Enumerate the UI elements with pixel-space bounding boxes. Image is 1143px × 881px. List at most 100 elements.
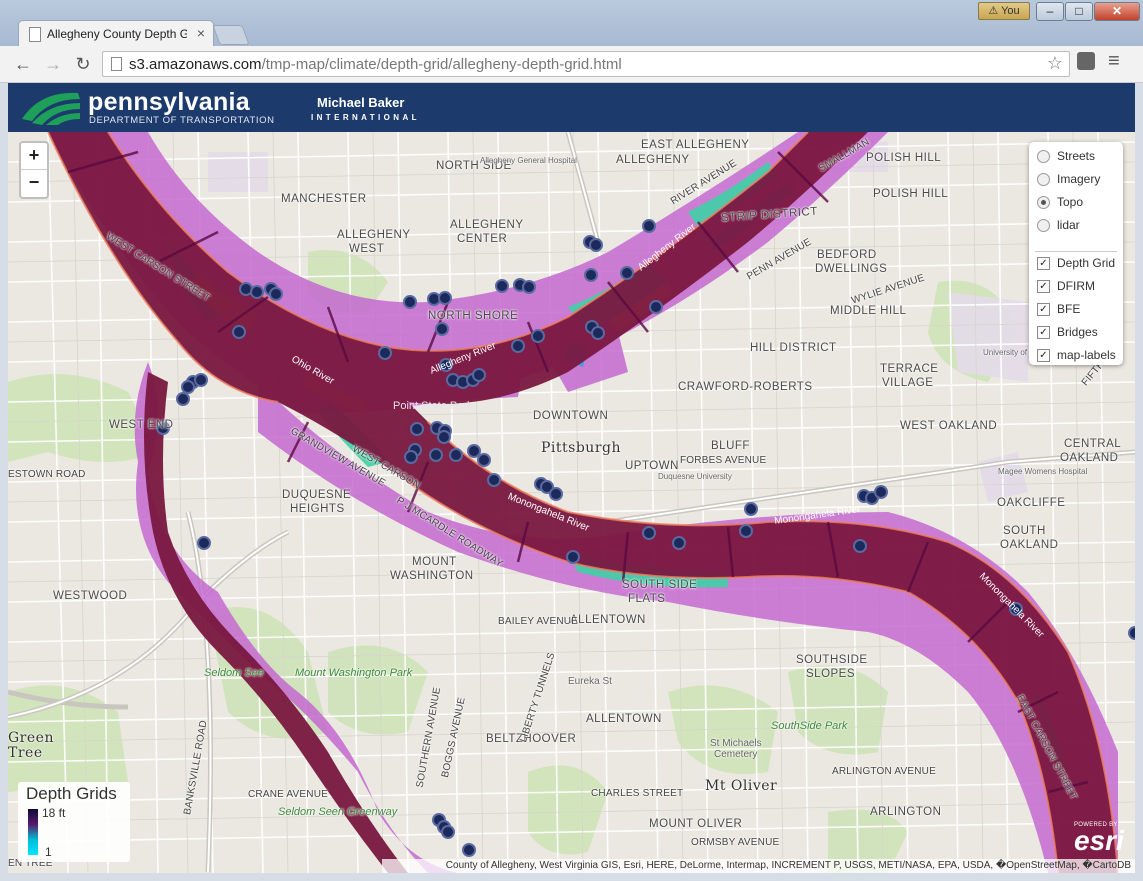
map-label-bluff: BLUFF (711, 440, 750, 452)
overlay-option-dfirm[interactable]: ✓ DFIRM (1037, 279, 1095, 297)
overlay-option-depth-grid[interactable]: ✓ Depth Grid (1037, 256, 1115, 274)
map-label-west-end: WEST END (109, 419, 174, 431)
map-label-magee: Magee Womens Hospital (998, 467, 1088, 476)
close-window-button[interactable]: ✕ (1094, 2, 1140, 21)
map-label-point-state-park: Point State Park (393, 400, 473, 412)
overlay-option-bridges[interactable]: ✓ Bridges (1037, 325, 1098, 343)
browser-tab[interactable]: Allegheny County Depth G × (18, 20, 214, 47)
map-label-bedford-2: DWELLINGS (815, 263, 888, 275)
map-label-duquesne: DUQUESNE (282, 489, 352, 501)
url-text: s3.amazonaws.com/tmp-map/climate/depth-g… (129, 56, 622, 73)
map-label-south-oakland: SOUTH (1003, 525, 1046, 537)
map-label-allentown: ALLENTOWN (570, 614, 646, 626)
map-label-downtown: DOWNTOWN (533, 410, 609, 422)
map-label-bedford: BEDFORD (817, 249, 877, 261)
tab-close-icon[interactable]: × (197, 25, 205, 41)
new-tab-button[interactable] (212, 25, 250, 45)
header-banner: pennsylvania DEPARTMENT OF TRANSPORTATIO… (8, 83, 1135, 132)
map-label-southside-park: SouthSide Park (771, 720, 848, 732)
title-bar: Allegheny County Depth G × ⚠ You – □ ✕ (0, 0, 1143, 47)
extension-icon[interactable] (1077, 52, 1095, 70)
map-label-north-shore: NORTH SHORE (428, 310, 519, 322)
back-arrow-icon[interactable]: ← (12, 53, 34, 75)
page-icon (29, 27, 41, 42)
map-label-arlington-ave: ARLINGTON AVENUE (832, 766, 936, 777)
menu-icon[interactable]: ≡ (1108, 50, 1120, 73)
map-label-south-side: SOUTH SIDE (622, 579, 698, 591)
basemap-option-streets[interactable]: Streets (1037, 149, 1095, 167)
profile-button[interactable]: ⚠ You (978, 2, 1030, 20)
layer-divider (1035, 251, 1117, 252)
esri-logo: POWERED BY esri (1074, 822, 1124, 856)
checkbox-checked-icon[interactable]: ✓ (1037, 349, 1050, 363)
map-label-east-allegheny-2: ALLEGHENY (616, 154, 690, 166)
basemap-option-topo[interactable]: Topo (1037, 195, 1083, 213)
basemap-option-lidar[interactable]: lidar (1037, 218, 1080, 236)
legend-color-ramp (28, 809, 38, 855)
map-label-hill-district: HILL DISTRICT (750, 342, 837, 354)
minimize-button[interactable]: – (1036, 2, 1064, 21)
map-label-mount-washington-park: Mount Washington Park (295, 667, 413, 679)
map-label-estown: ESTOWN ROAD (8, 469, 86, 480)
map-label-polish-hill: POLISH HILL (866, 152, 942, 164)
tab-title: Allegheny County Depth G (47, 27, 187, 41)
map-label-terrace: TERRACE (880, 363, 939, 375)
map-label-allegheny-west-2: WEST (349, 243, 385, 255)
page-info-icon[interactable] (111, 57, 122, 71)
map-label-terrace-2: VILLAGE (882, 377, 934, 389)
legend-title: Depth Grids (26, 784, 117, 803)
map-label-tree: Tree (8, 745, 43, 761)
radio-icon[interactable] (1037, 219, 1050, 233)
map-label-cemetery: Cemetery (714, 749, 758, 760)
map-label-allentown-2: ALLENTOWN (586, 713, 662, 725)
zoom-control: + − (19, 141, 49, 199)
penndot-name: pennsylvania (88, 88, 250, 116)
map-label-allegheny-center-2: CENTER (457, 233, 508, 245)
map-label-central: CENTRAL (1064, 438, 1122, 450)
radio-icon[interactable] (1037, 173, 1050, 187)
map-label-arlington: ARLINGTON (870, 806, 942, 818)
map-label-oakcliffe: OAKCLIFFE (997, 497, 1066, 509)
depth-legend: Depth Grids 18 ft 1 (18, 782, 130, 862)
maximize-button[interactable]: □ (1065, 2, 1093, 21)
checkbox-checked-icon[interactable]: ✓ (1037, 257, 1050, 271)
bookmark-star-icon[interactable]: ☆ (1047, 53, 1063, 74)
checkbox-checked-icon[interactable]: ✓ (1037, 326, 1050, 340)
radio-selected-icon[interactable] (1037, 196, 1050, 210)
basemap-option-imagery[interactable]: Imagery (1037, 172, 1100, 190)
overlay-option-bfe[interactable]: ✓ BFE (1037, 302, 1080, 320)
map-label-westwood: WESTWOOD (53, 590, 128, 602)
zoom-in-button[interactable]: + (21, 143, 47, 170)
layer-control: Streets Imagery Topo lidar ✓ Depth Grid ✓… (1029, 142, 1123, 365)
map-label-washington: WASHINGTON (390, 570, 474, 582)
reload-icon[interactable]: ↻ (72, 53, 94, 75)
forward-arrow-icon[interactable]: → (42, 53, 64, 75)
penndot-dept: DEPARTMENT OF TRANSPORTATION (89, 115, 275, 126)
map-canvas[interactable]: NORTH SIDE EAST ALLEGHENY ALLEGHENY POLI… (8, 132, 1135, 873)
map-label-allegheny-center: ALLEGHENY (450, 219, 524, 231)
browser-toolbar: ← → ↻ s3.amazonaws.com/tmp-map/climate/d… (0, 46, 1143, 83)
map-label-west-oakland: WEST OAKLAND (900, 420, 998, 432)
map-label-seldom-seen-greenway: Seldom Seen Greenway (278, 806, 398, 818)
overlay-option-map-labels[interactable]: ✓ map-labels (1037, 348, 1116, 366)
map-label-seldom-see: Seldom See (204, 667, 264, 679)
map-label-southside-slopes: SOUTHSIDE (796, 654, 868, 666)
profile-label: You (1001, 5, 1020, 17)
browser-window: Allegheny County Depth G × ⚠ You – □ ✕ ←… (0, 0, 1143, 881)
map-label-south-oakland-2: OAKLAND (1000, 539, 1059, 551)
legend-max-label: 18 ft (42, 806, 66, 820)
map-label-bailey: BAILEY AVENUE (498, 616, 579, 627)
map-label-uptown: UPTOWN (625, 460, 679, 472)
radio-icon[interactable] (1037, 150, 1050, 164)
map-label-forbes: FORBES AVENUE (680, 455, 767, 466)
checkbox-checked-icon[interactable]: ✓ (1037, 303, 1050, 317)
zoom-out-button[interactable]: − (21, 170, 47, 196)
map-label-charles: CHARLES STREET (591, 788, 684, 799)
warning-icon: ⚠ (988, 5, 999, 17)
partner-name: Michael Baker (317, 95, 405, 110)
map-label-mount-oliver: MOUNT OLIVER (649, 818, 743, 830)
map-label-slopes: SLOPES (806, 668, 856, 680)
address-bar[interactable]: s3.amazonaws.com/tmp-map/climate/depth-g… (102, 51, 1070, 77)
map-label-ormsby: ORMSBY AVENUE (691, 837, 780, 848)
checkbox-checked-icon[interactable]: ✓ (1037, 280, 1050, 294)
